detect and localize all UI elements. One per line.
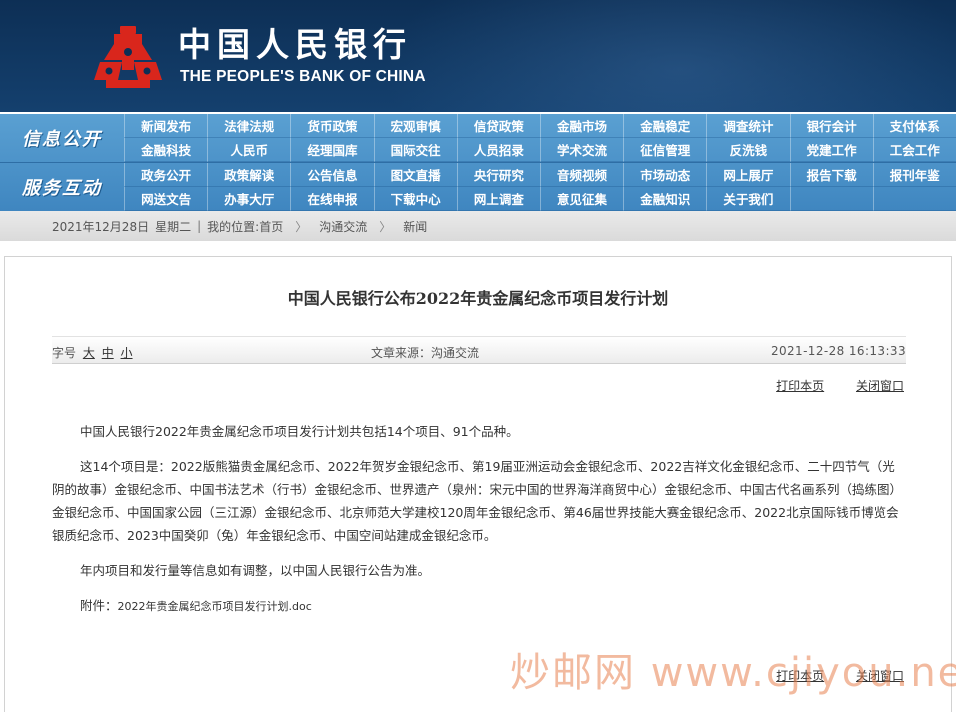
attachment-line: 附件：2022年贵金属纪念币项目发行计划.doc xyxy=(52,594,907,618)
attachment-label: 附件： xyxy=(80,598,118,613)
nav-item[interactable]: 学术交流 xyxy=(539,138,624,162)
nav-grid-service: 政务公开 政策解读 公告信息 图文直播 央行研究 音频视频 市场动态 网上展厅 … xyxy=(124,163,956,211)
bank-name-en[interactable]: THE PEOPLE'S BANK OF CHINA xyxy=(180,68,426,86)
nav-item[interactable]: 公告信息 xyxy=(290,163,374,187)
bank-name-cn[interactable]: 中国人民银行 xyxy=(178,27,412,63)
chevron-right-icon: 〉 xyxy=(379,219,392,234)
nav-item[interactable]: 反洗钱 xyxy=(706,138,790,162)
article-datetime: 2021-12-28 16:13:33 xyxy=(770,344,906,358)
nav-item[interactable]: 工会工作 xyxy=(872,138,956,162)
article-paragraph: 这14个项目是：2022版熊猫贵金属纪念币、2022年贺岁金银纪念币、第19届亚… xyxy=(52,459,903,543)
font-size-switcher: 字号 大 中 小 xyxy=(52,344,133,361)
nav-item-empty xyxy=(872,187,956,211)
main-nav: 信息公开 新闻发布 法律法规 货币政策 宏观审慎 信贷政策 金融市场 金融稳定 … xyxy=(0,114,956,211)
article-paragraph: 年内项目和发行量等信息如有调整，以中国人民银行公告为准。 xyxy=(80,563,431,578)
chevron-right-icon: 〉 xyxy=(295,219,308,234)
nav-section-info: 信息公开 新闻发布 法律法规 货币政策 宏观审慎 信贷政策 金融市场 金融稳定 … xyxy=(0,114,956,162)
nav-item[interactable]: 意见征集 xyxy=(539,187,624,211)
nav-item[interactable]: 经理国库 xyxy=(290,138,374,162)
print-page-link[interactable]: 打印本页 xyxy=(776,379,824,393)
nav-item[interactable]: 关于我们 xyxy=(706,187,790,211)
nav-item[interactable]: 办事大厅 xyxy=(207,187,291,211)
nav-item[interactable]: 人民币 xyxy=(207,138,291,162)
nav-item[interactable]: 市场动态 xyxy=(623,163,707,187)
article-paragraph: 中国人民银行2022年贵金属纪念币项目发行计划共包括14个项目、91个品种。 xyxy=(80,424,519,439)
nav-item[interactable]: 金融科技 xyxy=(124,138,208,162)
current-weekday: 星期二 xyxy=(155,219,192,234)
nav-item[interactable]: 网上展厅 xyxy=(706,163,790,187)
nav-item[interactable]: 金融市场 xyxy=(539,114,624,138)
nav-item[interactable]: 在线申报 xyxy=(290,187,374,211)
nav-item[interactable]: 银行会计 xyxy=(789,114,873,138)
nav-item[interactable]: 网上调查 xyxy=(456,187,540,211)
nav-item[interactable]: 政务公开 xyxy=(124,163,208,187)
nav-item[interactable]: 人员招录 xyxy=(456,138,540,162)
article-meta-bar: 字号 大 中 小 文章来源：沟通交流 2021-12-28 16:13:33 xyxy=(52,336,906,364)
nav-item[interactable]: 金融知识 xyxy=(623,187,707,211)
breadcrumb-home-link[interactable]: 首页 xyxy=(259,218,283,235)
nav-item[interactable]: 金融稳定 xyxy=(623,114,707,138)
nav-section-title: 信息公开 xyxy=(22,129,102,150)
article-source: 文章来源：沟通交流 xyxy=(371,346,480,360)
nav-item[interactable]: 图文直播 xyxy=(373,163,457,187)
nav-item[interactable]: 网送文告 xyxy=(124,187,208,211)
header-glow xyxy=(380,0,956,112)
nav-item[interactable]: 报刊年鉴 xyxy=(872,163,956,187)
nav-item[interactable]: 货币政策 xyxy=(290,114,374,138)
nav-item[interactable]: 支付体系 xyxy=(872,114,956,138)
nav-grid-info: 新闻发布 法律法规 货币政策 宏观审慎 信贷政策 金融市场 金融稳定 调查统计 … xyxy=(124,114,956,162)
nav-item[interactable]: 报告下载 xyxy=(789,163,873,187)
nav-item[interactable]: 政策解读 xyxy=(207,163,291,187)
nav-item[interactable]: 信贷政策 xyxy=(456,114,540,138)
nav-item[interactable]: 国际交往 xyxy=(373,138,457,162)
nav-item[interactable]: 征信管理 xyxy=(623,138,707,162)
article-actions-top: 打印本页 关闭窗口 xyxy=(748,377,904,394)
breadcrumb: 2021年12月28日 星期二 | 我的位置: 首页 〉 沟通交流 〉 新闻 xyxy=(0,211,956,241)
article-actions-bottom: 打印本页 关闭窗口 xyxy=(748,667,904,684)
nav-item[interactable]: 音频视频 xyxy=(539,163,624,187)
font-size-small-link[interactable]: 小 xyxy=(121,346,133,360)
font-size-large-link[interactable]: 大 xyxy=(83,346,95,360)
breadcrumb-level1-link[interactable]: 沟通交流 xyxy=(319,218,367,235)
nav-item-empty xyxy=(789,187,873,211)
nav-item[interactable]: 宏观审慎 xyxy=(373,114,457,138)
nav-section-service: 服务互动 政务公开 政策解读 公告信息 图文直播 央行研究 音频视频 市场动态 … xyxy=(0,163,956,211)
nav-item[interactable]: 新闻发布 xyxy=(124,114,208,138)
nav-item[interactable]: 调查统计 xyxy=(706,114,790,138)
article-title: 中国人民银行公布2022年贵金属纪念币项目发行计划 xyxy=(287,289,669,308)
font-size-label: 字号 xyxy=(52,346,77,360)
article-body: 中国人民银行2022年贵金属纪念币项目发行计划共包括14个项目、91个品种。 这… xyxy=(52,420,907,630)
nav-item[interactable]: 法律法规 xyxy=(207,114,291,138)
nav-item[interactable]: 下载中心 xyxy=(373,187,457,211)
print-page-link[interactable]: 打印本页 xyxy=(776,669,824,683)
breadcrumb-level2-link[interactable]: 新闻 xyxy=(403,218,427,235)
current-date: 2021年12月28日 xyxy=(52,219,150,234)
attachment-file-link[interactable]: 2022年贵金属纪念币项目发行计划.doc xyxy=(118,600,312,613)
close-window-link[interactable]: 关闭窗口 xyxy=(856,669,904,683)
location-label: 我的位置: xyxy=(207,219,260,234)
site-header: 中国人民银行 THE PEOPLE'S BANK OF CHINA xyxy=(0,0,956,112)
nav-item[interactable]: 党建工作 xyxy=(789,138,873,162)
pboc-emblem-icon[interactable] xyxy=(92,22,164,92)
nav-item[interactable]: 央行研究 xyxy=(456,163,540,187)
breadcrumb-separator: | xyxy=(197,219,202,233)
font-size-medium-link[interactable]: 中 xyxy=(102,346,114,360)
close-window-link[interactable]: 关闭窗口 xyxy=(856,379,904,393)
nav-section-title: 服务互动 xyxy=(22,178,102,199)
